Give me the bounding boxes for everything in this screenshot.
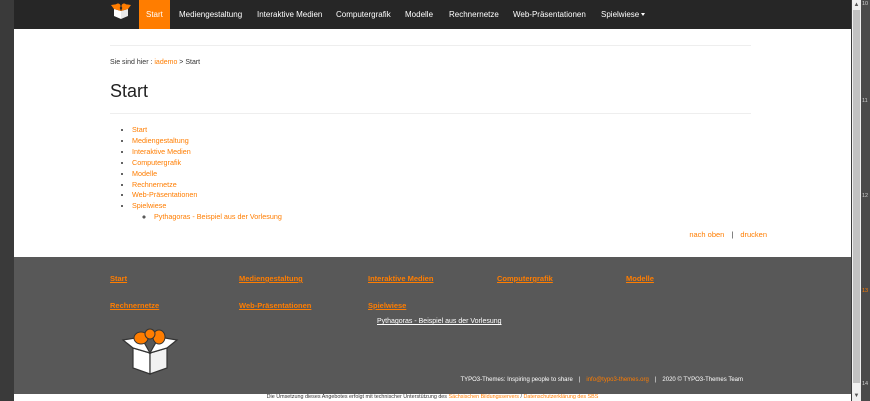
breadcrumb-home-link[interactable]: iademo (154, 59, 177, 66)
caret-down-icon (641, 13, 646, 16)
nav-item-web-praesentationen[interactable]: Web-Präsentationen (513, 0, 586, 29)
breadcrumb-separator: > (179, 59, 184, 66)
ruler-label: 14 (862, 381, 869, 387)
footer-link-rechnernetze[interactable]: Rechnernetze (110, 301, 159, 310)
sitemap-item: Modelle (132, 169, 282, 180)
footer-link-spielwiese[interactable]: Spielwiese (368, 301, 406, 310)
sitemap-item: Mediengestaltung (132, 136, 282, 147)
nav-item-computergrafik[interactable]: Computergrafik (336, 0, 391, 29)
footer-email-link[interactable]: info@typo3-themes.org (586, 377, 648, 383)
sitemap-link-pythagoras[interactable]: Pythagoras - Beispiel aus der Vorlesung (154, 212, 282, 221)
sitemap-subitem: Pythagoras - Beispiel aus der Vorlesung (154, 212, 282, 223)
nav-item-interaktive-medien[interactable]: Interaktive Medien (257, 0, 322, 29)
print-link[interactable]: drucken (740, 230, 767, 239)
scrollbar-thumb[interactable] (853, 10, 860, 383)
scroll-down-icon[interactable]: ▼ (853, 392, 860, 400)
breadcrumb-current: Start (185, 59, 201, 66)
sitemap-link-mediengestaltung[interactable]: Mediengestaltung (132, 136, 189, 145)
sitemap-link-web-praesentationen[interactable]: Web-Präsentationen (132, 190, 197, 199)
support-separator: / (520, 394, 522, 400)
nav-item-start[interactable]: Start (139, 0, 170, 29)
footer-tagline: TYPO3-Themes: Inspiring people to share (460, 377, 573, 383)
support-bar: Die Umsetzung dieses Angebotes erfolgt m… (14, 394, 851, 401)
sitemap-link-computergrafik[interactable]: Computergrafik (132, 158, 181, 167)
ruler-label: 12 (862, 193, 869, 199)
breadcrumb-prefix: Sie sind hier : (110, 59, 153, 66)
vertical-scrollbar[interactable]: ▲ ▼ (852, 0, 861, 401)
sitemap-link-modelle[interactable]: Modelle (132, 169, 157, 178)
footer-copyright-text: 2020 © TYPO3-Themes Team (662, 377, 743, 383)
footer-link-computergrafik[interactable]: Computergrafik (497, 274, 553, 283)
footer-link-pythagoras[interactable]: Pythagoras - Beispiel aus der Vorlesung (377, 318, 502, 325)
tools-separator: | (731, 230, 734, 239)
main-navbar: Start Mediengestaltung Interaktive Medie… (14, 0, 851, 29)
back-to-top-link[interactable]: nach oben (689, 230, 724, 239)
scroll-up-icon[interactable]: ▲ (853, 1, 860, 9)
footer-link-interaktive-medien[interactable]: Interaktive Medien (368, 274, 433, 283)
footer-separator: | (654, 377, 657, 383)
sitemap-link-rechnernetze[interactable]: Rechnernetze (132, 180, 177, 189)
privacy-policy-link[interactable]: Datenschutzerklärung des SBS (523, 394, 598, 400)
ruler-label: 13 (862, 288, 869, 294)
support-text: Die Umsetzung dieses Angebotes erfolgt m… (266, 394, 448, 400)
side-ruler: 10 11 12 13 14 (861, 0, 870, 401)
footer-separator: | (578, 377, 581, 383)
nav-item-mediengestaltung[interactable]: Mediengestaltung (179, 0, 242, 29)
sitemap-item: Start (132, 125, 282, 136)
sitemap-link-interaktive-medien[interactable]: Interaktive Medien (132, 147, 191, 156)
nav-item-modelle[interactable]: Modelle (405, 0, 433, 29)
footer-link-modelle[interactable]: Modelle (626, 274, 654, 283)
sitemap-sublist: Pythagoras - Beispiel aus der Vorlesung (132, 212, 282, 223)
nav-item-rechnernetze[interactable]: Rechnernetze (449, 0, 499, 29)
sitemap-item: Spielwiese Pythagoras - Beispiel aus der… (132, 201, 282, 223)
box-logo-icon (121, 328, 179, 375)
sitemap-list: Start Mediengestaltung Interaktive Medie… (132, 125, 282, 223)
bildungsserver-link[interactable]: Sächsischen Bildungsservers (449, 394, 519, 400)
footer: Start Mediengestaltung Interaktive Medie… (14, 257, 851, 394)
page: Start Mediengestaltung Interaktive Medie… (14, 0, 851, 401)
ruler-label: 10 (862, 1, 869, 7)
top-divider (110, 45, 751, 46)
sitemap-link-spielwiese[interactable]: Spielwiese (132, 201, 166, 210)
box-logo-icon[interactable] (111, 2, 131, 20)
content-area: Sie sind hier : iademo > Start Start Sta… (14, 29, 851, 257)
sitemap-item: Rechnernetze (132, 180, 282, 191)
ruler-label: 11 (862, 98, 868, 104)
nav-item-spielwiese[interactable]: Spielwiese (601, 0, 646, 29)
sitemap-item: Web-Präsentationen (132, 190, 282, 201)
footer-link-web-praesentationen[interactable]: Web-Präsentationen (239, 301, 311, 310)
page-tools: nach oben | drucken (689, 230, 767, 239)
page-title: Start (110, 81, 149, 101)
title-divider (110, 113, 751, 114)
footer-link-start[interactable]: Start (110, 274, 127, 283)
footer-link-mediengestaltung[interactable]: Mediengestaltung (239, 274, 303, 283)
footer-copyright: TYPO3-Themes: Inspiring people to share |… (460, 377, 743, 383)
sitemap-link-start[interactable]: Start (132, 125, 147, 134)
sitemap-item: Interaktive Medien (132, 147, 282, 158)
sitemap-item: Computergrafik (132, 158, 282, 169)
breadcrumb: Sie sind hier : iademo > Start (110, 59, 200, 66)
browser-viewport: Start Mediengestaltung Interaktive Medie… (0, 0, 852, 401)
nav-item-spielwiese-label: Spielwiese (601, 10, 640, 19)
